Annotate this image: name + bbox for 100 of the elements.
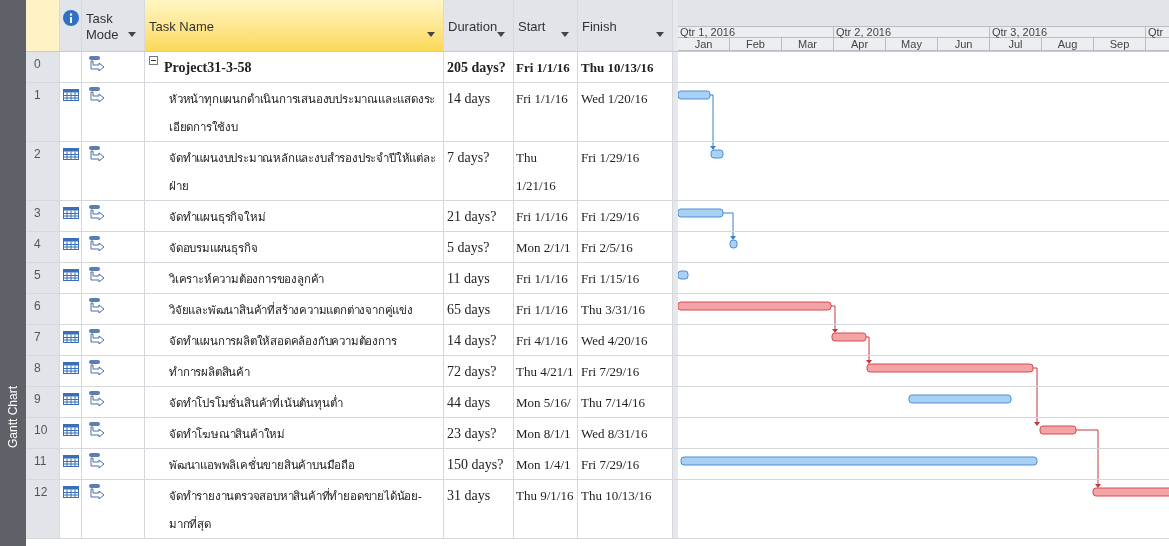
month-label: Jan xyxy=(694,38,713,50)
task-mode-icon xyxy=(88,297,106,313)
duration-cell: 7 days? xyxy=(444,142,514,200)
row-number: 3 xyxy=(26,201,60,231)
finish-date-cell: Fri 7/29/16 xyxy=(578,449,673,479)
task-name: จัดทำโปรโมชั่นสินค้าที่เน้นต้นทุนต่ำ xyxy=(169,394,343,412)
task-bar[interactable] xyxy=(678,270,689,280)
column-header[interactable]: Start xyxy=(514,0,578,51)
start-date-cell: Mon 5/16/ xyxy=(514,387,578,417)
month-label: May xyxy=(901,38,922,50)
duration-cell: 44 days xyxy=(444,387,514,417)
start-date-cell: Fri 1/1/16 xyxy=(514,201,578,231)
dropdown-caret-icon xyxy=(128,32,136,37)
task-bar[interactable] xyxy=(678,208,724,218)
duration-cell: 14 days? xyxy=(444,325,514,355)
task-bar[interactable] xyxy=(729,239,738,249)
task-mode-icon xyxy=(88,421,106,437)
month-label: Jul xyxy=(1008,38,1023,50)
duration-cell: 11 days xyxy=(444,263,514,293)
quarter-label: Qtr xyxy=(1148,26,1164,38)
task-mode-icon xyxy=(88,55,106,71)
month-label: Feb xyxy=(746,38,765,50)
finish-date-cell: Wed 1/20/16 xyxy=(578,83,673,141)
duration-cell: 21 days? xyxy=(444,201,514,231)
duration-cell: 150 days? xyxy=(444,449,514,479)
start-date-cell: Thu 9/1/16 xyxy=(514,480,578,538)
link-line xyxy=(709,94,714,141)
duration-cell: 72 days? xyxy=(444,356,514,386)
quarter-label: Qtr 1, 2016 xyxy=(680,26,736,38)
collapse-toggle[interactable] xyxy=(149,56,158,65)
duration-cell: 14 days xyxy=(444,83,514,141)
duration-cell: 65 days xyxy=(444,294,514,324)
start-date-cell: Thu 4/21/1 xyxy=(514,356,578,386)
task-mode-icon xyxy=(88,359,106,375)
task-name: จัดทำรายงานตรวจสอบหาสินค้าที่ทำยอดขายได้น้อย-มากที่สุด xyxy=(169,487,423,533)
task-bar[interactable] xyxy=(1039,425,1077,435)
task-bar[interactable] xyxy=(678,90,711,100)
link-line xyxy=(722,212,734,231)
link-arrow xyxy=(866,356,872,364)
task-mode-icon xyxy=(88,452,106,468)
link-line xyxy=(865,336,870,355)
task-name: ทำการผลิตสินค้า xyxy=(169,365,250,380)
link-arrow xyxy=(832,325,838,333)
start-date-cell: Mon 2/1/1 xyxy=(514,232,578,262)
start-date-cell: Fri 1/1/16 xyxy=(514,83,578,141)
task-mode-icon xyxy=(88,235,106,251)
finish-date-cell: Fri 1/29/16 xyxy=(578,142,673,200)
start-date-cell: Mon 8/1/1 xyxy=(514,418,578,448)
month-label: Jun xyxy=(954,38,973,50)
dropdown-caret-icon xyxy=(497,32,505,37)
duration-cell: 205 days? xyxy=(444,52,514,82)
start-date-cell: Mon 1/4/1 xyxy=(514,449,578,479)
task-name: วิจัยและพัฒนาสินค้าที่สร้างความแตกต่างจากคู่แข่ง xyxy=(169,301,413,319)
row-number: 6 xyxy=(26,294,60,324)
dropdown-caret-icon xyxy=(427,32,435,37)
finish-date-cell: Wed 8/31/16 xyxy=(578,418,673,448)
row-number: 12 xyxy=(26,480,60,538)
start-date-cell: Fri 4/1/16 xyxy=(514,325,578,355)
task-name: จัดทำแผนงบประมาณหลักและงบสำรองประจำปีให้แต่ละฝ่าย xyxy=(169,151,437,194)
view-tab[interactable]: Gantt Chart xyxy=(0,0,26,546)
task-name: พัฒนาแอพพลิเคชั่นขายสินค้าบนมือถือ xyxy=(169,456,355,473)
row-number: 10 xyxy=(26,418,60,448)
finish-date-cell: Fri 1/29/16 xyxy=(578,201,673,231)
duration-cell: 5 days? xyxy=(444,232,514,262)
task-bar[interactable] xyxy=(1092,487,1169,497)
link-line xyxy=(830,305,836,324)
task-name: จัดอบรมแผนธุรกิจ xyxy=(169,241,258,257)
task-bar[interactable] xyxy=(831,332,867,342)
column-header[interactable]: Task Name xyxy=(145,0,444,51)
task-mode-icon xyxy=(88,86,106,102)
dropdown-caret-icon xyxy=(656,32,664,37)
link-arrow xyxy=(1095,480,1101,488)
task-name: หัวหน้าทุกแผนกดำเนินการเสนองบประมาณและแสดงระเอียดการใช้งบ xyxy=(169,92,437,135)
finish-date-cell: Thu 10/13/16 xyxy=(578,480,673,538)
row-number: 8 xyxy=(26,356,60,386)
link-arrow xyxy=(710,142,716,150)
task-mode-icon xyxy=(88,266,106,282)
finish-date-cell: Wed 4/20/16 xyxy=(578,325,673,355)
row-number: 4 xyxy=(26,232,60,262)
task-mode-icon xyxy=(88,204,106,220)
task-bar[interactable] xyxy=(710,149,724,159)
start-date-cell: Thu 1/21/16 xyxy=(514,142,578,200)
start-date-cell: Fri 1/1/16 xyxy=(514,263,578,293)
finish-date-cell: Fri 7/29/16 xyxy=(578,356,673,386)
column-header[interactable]: Duration xyxy=(444,0,514,51)
finish-date-cell: Thu 7/14/16 xyxy=(578,387,673,417)
column-header[interactable]: Task Mode xyxy=(82,0,145,51)
start-date-cell: Fri 1/1/16 xyxy=(514,52,578,82)
row-number: 2 xyxy=(26,142,60,200)
finish-date-cell: Thu 10/13/16 xyxy=(578,52,673,82)
duration-cell: 23 days? xyxy=(444,418,514,448)
task-mode-icon xyxy=(88,145,106,161)
task-mode-icon xyxy=(88,390,106,406)
row-number: 7 xyxy=(26,325,60,355)
row-number: 11 xyxy=(26,449,60,479)
row-number: 9 xyxy=(26,387,60,417)
task-name: วิเคราะห์ความต้องการของลูกค้า xyxy=(169,272,325,288)
column-header[interactable]: Finish xyxy=(578,0,673,51)
quarter-label: Qtr 3, 2016 xyxy=(992,26,1048,38)
info-icon xyxy=(62,10,79,26)
